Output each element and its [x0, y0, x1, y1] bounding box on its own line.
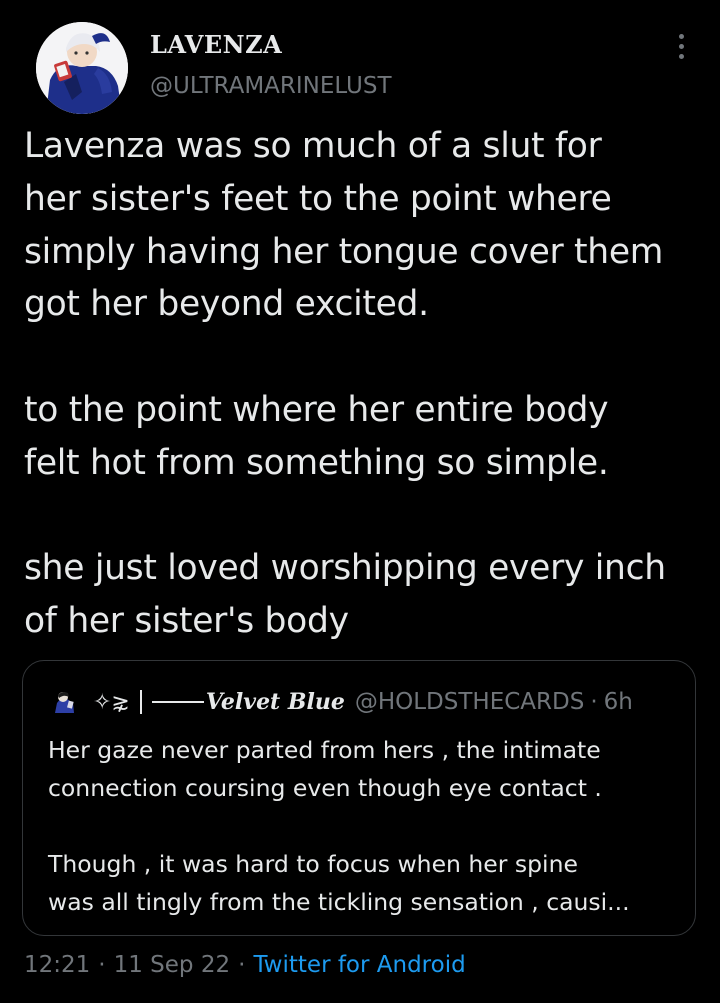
separator-dot: ·	[590, 689, 598, 715]
quoted-tweet-text: Her gaze never parted from hers , the in…	[48, 731, 688, 921]
author-handle[interactable]: @ULTRAMARINELUST	[150, 73, 392, 99]
quoted-timestamp[interactable]: 6h	[604, 689, 633, 715]
more-dot	[679, 44, 684, 49]
name-dash	[151, 701, 204, 703]
profile-avatar[interactable]	[36, 22, 128, 114]
more-options-icon[interactable]	[672, 30, 692, 64]
more-dot	[679, 54, 684, 59]
tweet-source-link[interactable]: Twitter for Android	[253, 952, 465, 978]
tweet-metadata: 12:21 · 11 Sep 22 · Twitter for Android	[24, 952, 466, 978]
quoted-handle[interactable]: @HOLDSTHECARDS	[355, 689, 584, 715]
tweet: LAVENZA @ULTRAMARINELUST Lavenza was so …	[0, 0, 720, 1003]
more-dot	[679, 34, 684, 39]
tweet-paragraph: to the point where her entire body felt …	[24, 389, 609, 483]
avatar-image	[36, 22, 128, 114]
separator-dot: ·	[98, 952, 106, 978]
quoted-name-decoration: ✧⋧	[93, 689, 130, 715]
separator-dot: ·	[238, 952, 246, 978]
tweet-paragraph: she just loved worshipping every inch of…	[24, 548, 666, 642]
quoted-tweet[interactable]: ✧⋧ Velvet Blue @HOLDSTHECARDS · 6h Her g…	[22, 660, 696, 936]
tweet-paragraph: Lavenza was so much of a slut for her si…	[24, 126, 664, 325]
tweet-time[interactable]: 12:21	[24, 952, 90, 978]
tweet-date[interactable]: 11 Sep 22	[114, 952, 231, 978]
tweet-text: Lavenza was so much of a slut for her si…	[24, 120, 714, 648]
quoted-paragraph: Her gaze never parted from hers , the in…	[48, 736, 602, 802]
quoted-tweet-header: ✧⋧ Velvet Blue @HOLDSTHECARDS · 6h	[49, 685, 633, 719]
quoted-display-name[interactable]: Velvet Blue	[206, 689, 345, 715]
author-display-name[interactable]: LAVENZA	[150, 30, 282, 59]
quoted-author-avatar[interactable]	[49, 687, 79, 717]
quoted-paragraph: Though , it was hard to focus when her s…	[48, 850, 630, 916]
name-divider	[139, 690, 142, 714]
